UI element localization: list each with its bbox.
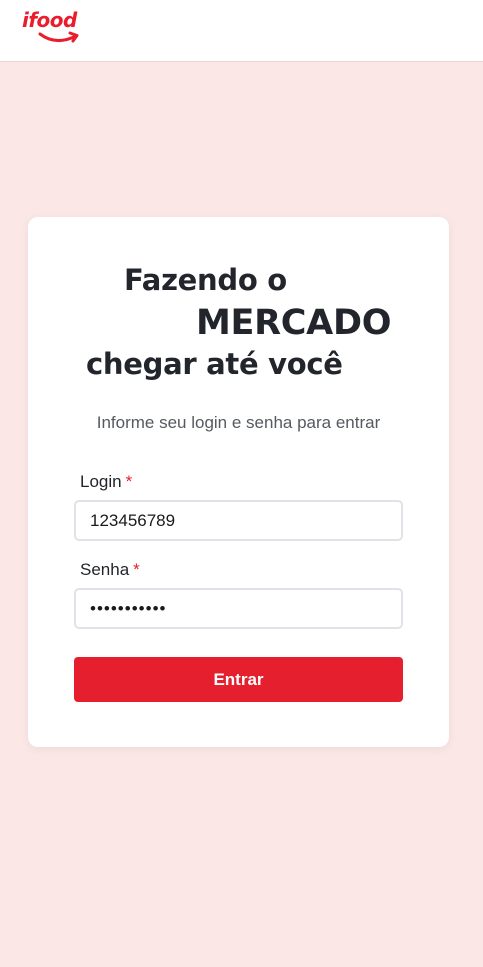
password-required-mark: * (133, 560, 140, 579)
login-instructions: Informe seu login e senha para entrar (96, 413, 381, 432)
password-input[interactable] (74, 588, 403, 629)
submit-button[interactable]: Entrar (74, 657, 403, 702)
headline-line-1: Fazendo o (124, 263, 287, 297)
login-label-text: Login (80, 472, 122, 491)
password-label: Senha * (80, 560, 140, 580)
login-input[interactable] (74, 500, 403, 541)
login-label: Login * (80, 472, 132, 492)
headline-line-2: MERCADO (196, 303, 392, 343)
smile-arrow-icon (38, 31, 79, 43)
login-card: Fazendo o MERCADO chegar até você Inform… (28, 217, 449, 747)
login-required-mark: * (125, 472, 133, 491)
top-header: ifood (0, 0, 483, 62)
ifood-logo[interactable]: ifood (22, 8, 84, 48)
headline-line-3: chegar até você (86, 347, 343, 381)
logo-wordmark: ifood (22, 8, 77, 32)
password-label-text: Senha (80, 560, 130, 579)
